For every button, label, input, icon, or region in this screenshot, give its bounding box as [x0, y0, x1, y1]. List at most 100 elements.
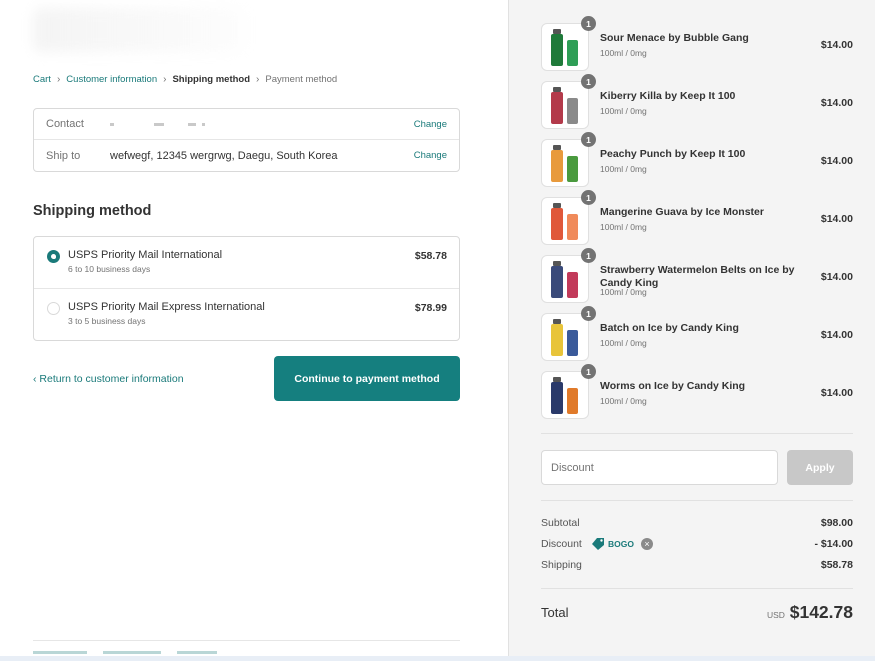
product-variant: 100ml / 0mg: [600, 338, 647, 348]
contact-value-redacted: [110, 118, 211, 130]
shipping-option-days: 3 to 5 business days: [68, 316, 146, 326]
breadcrumb-customer-information[interactable]: Customer information: [66, 74, 157, 85]
chevron-right-icon: ›: [56, 74, 61, 85]
ship-to-row: Ship to wefwegf, 12345 wergrwg, Daegu, S…: [34, 140, 459, 171]
review-block: Contact Change Ship to wefwegf, 12345 we…: [33, 108, 460, 172]
discount-value: - $14.00: [814, 538, 853, 550]
shipping-option-price: $78.99: [414, 302, 447, 314]
product-variant: 100ml / 0mg: [600, 287, 647, 297]
footer-link-placeholder[interactable]: [33, 651, 87, 654]
shipping-option-price: $58.78: [414, 250, 447, 262]
radio-selected[interactable]: [47, 250, 60, 263]
product-thumbnail: [541, 313, 589, 361]
change-ship-to-link[interactable]: Change: [414, 150, 447, 161]
bottle-shape: [551, 92, 563, 124]
quantity-badge: 1: [581, 132, 596, 147]
product-price: $14.00: [820, 39, 853, 51]
product-thumbnail: [541, 139, 589, 187]
product-thumbnail: [541, 255, 589, 303]
bottle-box-shape: [567, 272, 578, 298]
ship-to-label: Ship to: [46, 149, 81, 162]
shipping-option-express[interactable]: USPS Priority Mail Express International…: [34, 289, 459, 341]
bottle-shape: [551, 34, 563, 66]
quantity-badge: 1: [581, 248, 596, 263]
breadcrumb-cart[interactable]: Cart: [33, 74, 51, 85]
line-item: 1 Kiberry Killa by Keep It 100 100ml / 0…: [541, 74, 853, 129]
product-thumbnail: [541, 23, 589, 71]
redaction-mark: [202, 122, 205, 126]
contact-row: Contact Change: [34, 109, 459, 140]
redaction-mark: [154, 122, 164, 126]
discount-row: Discount BOGO × - $14.00: [541, 538, 853, 552]
product-price: $14.00: [820, 97, 853, 109]
change-contact-link[interactable]: Change: [414, 119, 447, 130]
discount-code: BOGO: [608, 539, 634, 549]
breadcrumb-payment-method: Payment method: [265, 74, 338, 85]
total-amount: $142.78: [789, 602, 853, 622]
shipping-options: USPS Priority Mail International 6 to 10…: [33, 236, 460, 341]
product-name: Kiberry Killa by Keep It 100: [600, 90, 736, 102]
product-name: Mangerine Guava by Ice Monster: [600, 206, 764, 218]
subtotal-row: Subtotal $98.00: [541, 517, 853, 531]
product-name: Peachy Punch by Keep It 100: [600, 148, 746, 160]
product-thumbnail: [541, 371, 589, 419]
product-price: $14.00: [820, 387, 853, 399]
product-variant: 100ml / 0mg: [600, 396, 647, 406]
shipping-option-priority[interactable]: USPS Priority Mail International 6 to 10…: [34, 237, 459, 289]
quantity-badge: 1: [581, 306, 596, 321]
product-name: Sour Menace by Bubble Gang: [600, 32, 749, 44]
line-item: 1 Worms on Ice by Candy King 100ml / 0mg…: [541, 364, 853, 419]
breadcrumb: Cart › Customer information › Shipping m…: [33, 74, 337, 85]
total-currency: USD: [767, 610, 785, 620]
subtotal-label: Subtotal: [541, 517, 580, 529]
bottle-shape: [551, 266, 563, 298]
product-price: $14.00: [820, 271, 853, 283]
product-variant: 100ml / 0mg: [600, 164, 647, 174]
apply-discount-button[interactable]: Apply: [787, 450, 853, 485]
radio-unselected[interactable]: [47, 302, 60, 315]
contact-label: Contact: [46, 118, 84, 130]
shipping-value: $58.78: [820, 559, 853, 571]
line-item: 1 Peachy Punch by Keep It 100 100ml / 0m…: [541, 132, 853, 187]
line-item: 1 Sour Menace by Bubble Gang 100ml / 0mg…: [541, 16, 853, 71]
sidebar-divider: [541, 433, 853, 434]
return-link-label: Return to customer information: [39, 373, 184, 385]
footer-link-placeholder[interactable]: [103, 651, 161, 654]
return-to-customer-info-link[interactable]: ‹ Return to customer information: [33, 373, 184, 385]
shipping-label: Shipping: [541, 559, 582, 571]
remove-discount-icon[interactable]: ×: [641, 538, 653, 550]
quantity-badge: 1: [581, 16, 596, 31]
redaction-mark: [110, 122, 114, 126]
footer-link-placeholder[interactable]: [177, 651, 217, 654]
bottle-shape: [551, 150, 563, 182]
shipping-row: Shipping $58.78: [541, 559, 853, 573]
tag-icon: [592, 538, 604, 550]
product-variant: 100ml / 0mg: [600, 106, 647, 116]
sidebar-divider: [541, 500, 853, 501]
line-item: 1 Mangerine Guava by Ice Monster 100ml /…: [541, 190, 853, 245]
footer-links: [33, 651, 217, 654]
product-thumbnail: [541, 81, 589, 129]
quantity-badge: 1: [581, 190, 596, 205]
shipping-option-name: USPS Priority Mail International: [68, 249, 223, 261]
bottle-box-shape: [567, 330, 578, 356]
bottle-box-shape: [567, 214, 578, 240]
total-label: Total: [541, 605, 569, 620]
bottle-box-shape: [567, 98, 578, 124]
shipping-option-name: USPS Priority Mail Express International: [68, 301, 265, 313]
bottle-shape: [551, 324, 563, 356]
bottle-box-shape: [567, 40, 578, 66]
quantity-badge: 1: [581, 364, 596, 379]
line-item: 1 Batch on Ice by Candy King 100ml / 0mg…: [541, 306, 853, 361]
product-name: Worms on Ice by Candy King: [600, 380, 746, 392]
discount-label: Discount: [541, 538, 582, 550]
line-item: 1 Strawberry Watermelon Belts on Ice by …: [541, 248, 853, 303]
store-logo-blurred: [33, 8, 243, 52]
continue-to-payment-button[interactable]: Continue to payment method: [274, 356, 460, 401]
discount-code-input[interactable]: [541, 450, 778, 485]
bottle-shape: [551, 208, 563, 240]
footer-divider: [33, 640, 460, 641]
main-content: Cart › Customer information › Shipping m…: [0, 0, 508, 661]
chevron-right-icon: ›: [256, 74, 260, 85]
bottom-edge-bar: [0, 656, 875, 661]
